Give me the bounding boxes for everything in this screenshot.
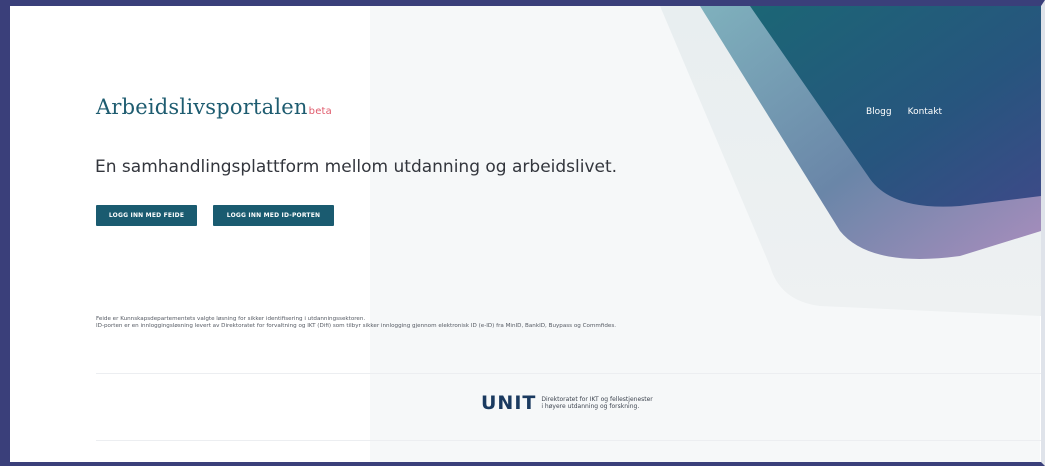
nav-link-kontakt[interactable]: Kontakt: [908, 107, 942, 117]
idporten-info-text: ID-porten er en innloggingsløsning lever…: [96, 323, 617, 329]
unit-description: Direktoratet for IKT og fellestjenester …: [541, 396, 652, 410]
unit-description-line2: i høyere utdanning og forskning.: [541, 403, 640, 410]
site-logo-text: Arbeidslivsportalen: [96, 95, 308, 119]
unit-logo: UNIT: [481, 392, 537, 414]
footer-divider-bottom: [96, 440, 1041, 441]
footer-divider-top: [96, 373, 1041, 374]
feide-info-text: Feide er Kunnskapsdepartementets valgte …: [96, 316, 366, 322]
top-nav: Blogg Kontakt: [866, 107, 942, 117]
login-idporten-button[interactable]: LOGG INN MED ID-PORTEN: [213, 205, 334, 226]
login-feide-button[interactable]: LOGG INN MED FEIDE: [96, 205, 197, 226]
unit-footer[interactable]: UNIT Direktoratet for IKT og fellestjene…: [481, 392, 653, 414]
unit-description-line1: Direktoratet for IKT og fellestjenester: [541, 396, 653, 403]
nav-link-blogg[interactable]: Blogg: [866, 107, 892, 117]
beta-badge: beta: [308, 106, 332, 117]
hero-tagline: En samhandlingsplattform mellom utdannin…: [95, 157, 618, 177]
browser-frame: Arbeidslivsportalenbeta Blogg Kontakt En…: [0, 0, 1045, 466]
login-info: Feide er Kunnskapsdepartementets valgte …: [96, 316, 736, 330]
site-logo[interactable]: Arbeidslivsportalenbeta: [96, 95, 332, 119]
